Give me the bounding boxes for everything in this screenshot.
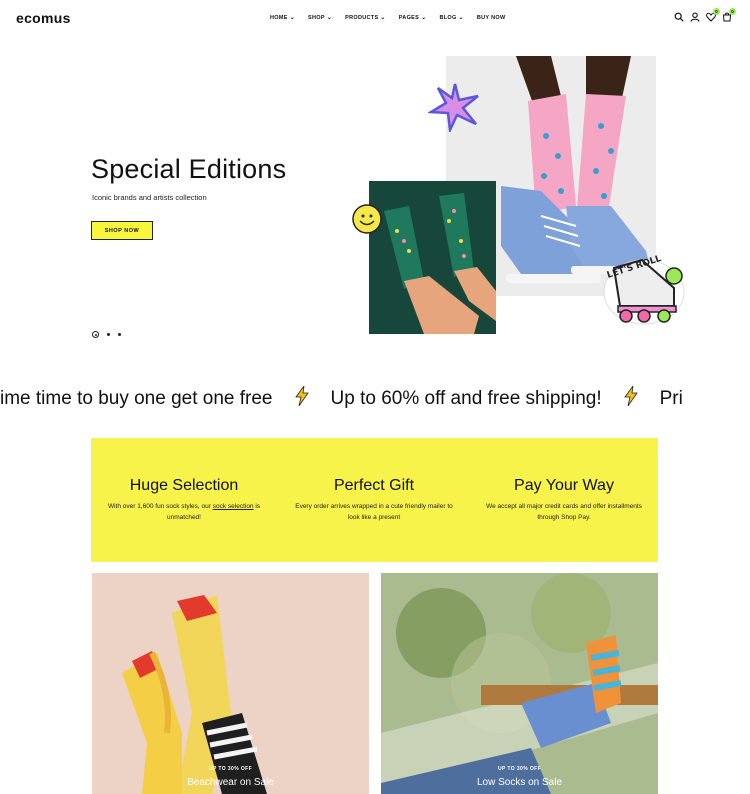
hero-image-green-socks: [369, 181, 496, 334]
beachwear-image: [92, 573, 369, 794]
cart-icon[interactable]: 0: [722, 8, 736, 22]
nav-home[interactable]: HOME ⌄: [270, 15, 295, 21]
wishlist-badge: 0: [713, 8, 720, 15]
hero-title: Special Editions: [91, 154, 287, 184]
promo-marquee: ime time to buy one get one free Up to 6…: [0, 384, 750, 414]
nav-blog-label: BLOG: [439, 15, 457, 21]
star-sticker-icon: [426, 82, 482, 137]
lightning-icon: [294, 385, 309, 412]
nav-products[interactable]: PRODUCTS ⌄: [345, 15, 386, 21]
slide-dot-1[interactable]: [92, 331, 99, 338]
promo-tag: UP TO 30% OFF: [497, 766, 542, 772]
nav-pages[interactable]: PAGES ⌄: [399, 15, 427, 21]
lightning-icon: [623, 385, 638, 412]
sock-selection-link[interactable]: sock selection: [213, 503, 254, 510]
search-icon[interactable]: [674, 12, 684, 22]
slider-pagination: [92, 331, 121, 338]
marquee-item: Up to 60% off and free shipping!: [330, 388, 602, 409]
header-icons: 0 0: [674, 8, 736, 22]
nav-buy-now-label: BUY NOW: [476, 15, 506, 21]
marquee-item: Pri: [659, 388, 683, 409]
nav-shop-label: SHOP: [308, 15, 325, 21]
promo-card-low-socks[interactable]: UP TO 30% OFF Low Socks on Sale: [381, 573, 658, 794]
cart-badge: 0: [729, 8, 736, 15]
feature-perfect-gift: Perfect Gift Every order arrives wrapped…: [289, 477, 459, 523]
nav-shop[interactable]: SHOP ⌄: [308, 15, 332, 21]
feature-description: Every order arrives wrapped in a cute fr…: [295, 503, 453, 521]
promo-title[interactable]: Beachwear on Sale: [92, 777, 369, 788]
promo-tag: UP TO 30% OFF: [208, 766, 253, 772]
promo-title[interactable]: Low Socks on Sale: [381, 777, 658, 788]
user-icon[interactable]: [690, 12, 700, 22]
shop-now-button[interactable]: SHOP NOW: [91, 221, 153, 240]
feature-title: Huge Selection: [129, 477, 239, 494]
slide-dot-2[interactable]: [107, 333, 110, 336]
slide-dot-3[interactable]: [118, 333, 121, 336]
features-banner: Huge Selection With over 1,600 fun sock …: [91, 438, 658, 562]
nav-home-label: HOME: [270, 15, 288, 21]
chevron-down-icon: ⌄: [326, 15, 333, 21]
site-header: ecomus HOME ⌄ SHOP ⌄ PRODUCTS ⌄ PAGES ⌄ BLOG…: [0, 0, 750, 38]
promo-card-beachwear[interactable]: UP TO 30% OFF Beachwear on Sale: [92, 573, 369, 794]
chevron-down-icon: ⌄: [421, 15, 427, 21]
feature-pay-your-way: Pay Your Way We accept all major credit …: [479, 477, 649, 523]
nav-blog[interactable]: BLOG ⌄: [439, 15, 463, 21]
heart-icon[interactable]: 0: [706, 8, 720, 22]
low-socks-image: [381, 573, 658, 794]
feature-huge-selection: Huge Selection With over 1,600 fun sock …: [99, 477, 269, 523]
nav-pages-label: PAGES: [398, 15, 420, 21]
feature-title: Perfect Gift: [333, 477, 415, 494]
feature-description: We accept all major credit cards and off…: [486, 503, 642, 521]
skate-sticker-icon: LET'S ROLL: [600, 254, 688, 331]
feature-title: Pay Your Way: [514, 477, 614, 494]
site-logo[interactable]: ecomus: [16, 10, 71, 26]
chevron-down-icon: ⌄: [458, 15, 464, 21]
nav-products-label: PRODUCTS: [345, 15, 379, 21]
nav-buy-now[interactable]: BUY NOW: [477, 15, 506, 21]
main-nav: HOME ⌄ SHOP ⌄ PRODUCTS ⌄ PAGES ⌄ BLOG ⌄ BUY N…: [270, 15, 505, 21]
smiley-sticker-icon: [351, 203, 383, 240]
chevron-down-icon: ⌄: [289, 15, 296, 21]
marquee-item: ime time to buy one get one free: [0, 388, 273, 409]
feature-description: With over 1,600 fun sock styles, our soc…: [107, 503, 261, 521]
chevron-down-icon: ⌄: [380, 15, 386, 21]
hero-subtitle: Iconic brands and artists collection: [92, 193, 207, 202]
